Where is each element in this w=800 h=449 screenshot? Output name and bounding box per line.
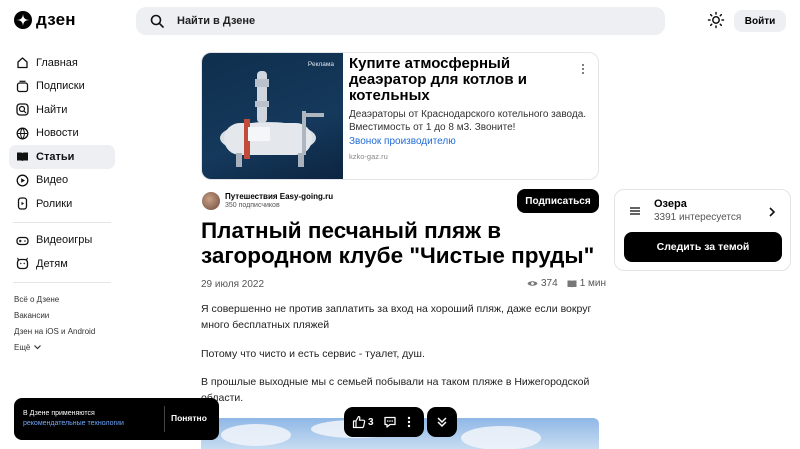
likes-count: 3 [368, 416, 374, 428]
article-stats: 374 1 мин [527, 278, 606, 289]
chevron-right-icon[interactable] [767, 206, 777, 218]
menu-icon [630, 207, 640, 215]
sidebar-item-articles[interactable]: Статьи [9, 145, 115, 169]
sidebar-item-label: Новости [36, 127, 79, 140]
comment-icon[interactable] [383, 415, 397, 429]
link-more[interactable]: Ещё [14, 339, 95, 355]
more-vertical-icon[interactable] [578, 63, 588, 75]
like-button[interactable]: 3 [352, 415, 374, 429]
sidebar-item-label: Главная [36, 56, 78, 69]
sidebar-item-search[interactable]: Найти [9, 98, 115, 122]
scroll-down-button[interactable] [427, 407, 457, 437]
cookie-banner: В Дзене применяются рекомендательные тех… [14, 398, 219, 440]
sidebar-item-video[interactable]: Видео [9, 169, 115, 193]
video-icon [16, 174, 29, 187]
kids-icon [16, 257, 29, 270]
channel-subscribers: 350 подписчиков [225, 202, 280, 209]
channel-avatar[interactable] [202, 192, 220, 210]
ad-tag: Реклама [307, 61, 334, 68]
ad-domain: kzko-gaz.ru [349, 152, 388, 161]
sidebar-item-label: Видео [36, 174, 69, 187]
topic-card: Озера 3391 интересуется Следить за темой [614, 189, 791, 271]
sidebar-divider [13, 221, 111, 223]
search-icon [16, 103, 29, 116]
eye-icon [527, 281, 538, 286]
recommendation-tech-link[interactable]: рекомендательные технологии [23, 419, 124, 429]
chevron-down-icon [34, 345, 42, 350]
thumbs-up-icon [352, 415, 366, 429]
read-time: 1 мин [579, 278, 607, 289]
sidebar-item-videogames[interactable]: Видеоигры [9, 229, 115, 253]
reading-time-icon [567, 280, 577, 288]
deaerator-illustration [220, 71, 324, 167]
sidebar-item-news[interactable]: Новости [9, 122, 115, 146]
more-vertical-icon[interactable] [405, 415, 413, 429]
article-action-bar: 3 [344, 407, 424, 437]
ad-image: Реклама [202, 53, 343, 179]
cookie-ok-button[interactable]: Понятно [171, 413, 207, 423]
articles-icon [17, 152, 28, 162]
news-icon [16, 127, 29, 140]
ad-card[interactable]: Реклама Купите атмосферный деаэратор для… [201, 52, 599, 180]
views-count: 374 [541, 278, 558, 289]
subscribe-button[interactable]: Подписаться [517, 189, 599, 213]
article-title: Платный песчаный пляж в загородном клубе… [201, 218, 595, 268]
more-label: Ещё [14, 342, 31, 352]
sidebar-item-label: Видеоигры [36, 234, 93, 247]
link-mobile-apps[interactable]: Дзен на iOS и Android [14, 323, 95, 339]
theme-toggle-icon[interactable] [707, 11, 725, 29]
home-icon [17, 57, 28, 69]
logo-text: дзен [36, 10, 76, 29]
sidebar-item-shorts[interactable]: Ролики [9, 192, 115, 216]
sidebar-divider [13, 281, 111, 283]
login-button[interactable]: Войти [734, 10, 786, 32]
search-icon [150, 14, 164, 28]
search-placeholder: Найти в Дзене [177, 15, 256, 27]
subscriptions-icon [16, 80, 29, 92]
sidebar-item-label: Ролики [36, 197, 73, 210]
ad-title: Купите атмосферный деаэратор для котлов … [349, 55, 527, 104]
article-paragraph: Потому что чисто и есть сервис - туалет,… [201, 348, 425, 360]
sidebar-item-subscriptions[interactable]: Подписки [9, 75, 115, 99]
ad-call-link[interactable]: Звонок производителю [349, 136, 456, 147]
top-header: дзен Найти в Дзене Войти [0, 0, 800, 40]
double-chevron-down-icon [437, 417, 447, 428]
search-input[interactable]: Найти в Дзене [136, 7, 665, 35]
sidebar-item-label: Статьи [36, 150, 75, 163]
topic-name[interactable]: Озера [654, 198, 687, 210]
shorts-icon [17, 197, 28, 210]
sidebar-item-kids[interactable]: Детям [9, 252, 115, 276]
footer-links: Всё о Дзене Вакансии Дзен на iOS и Andro… [14, 291, 95, 355]
article-paragraph: В прошлые выходные мы с семьей побывали … [201, 376, 590, 404]
sidebar-item-home[interactable]: Главная [9, 51, 115, 75]
sidebar-item-label: Детям [36, 257, 68, 270]
cookie-line: В Дзене применяются [23, 410, 95, 417]
sidebar: Главная Подписки Найти Новости Статьи Ви… [9, 51, 115, 289]
link-vacancies[interactable]: Вакансии [14, 307, 95, 323]
channel-name[interactable]: Путешествия Easy-going.ru [225, 192, 333, 201]
gamepad-icon [16, 236, 29, 245]
follow-topic-button[interactable]: Следить за темой [624, 232, 782, 262]
article-date: 29 июля 2022 [201, 279, 265, 290]
sidebar-item-label: Найти [36, 103, 68, 116]
sidebar-item-label: Подписки [36, 80, 85, 93]
topic-count: 3391 интересуется [654, 212, 742, 223]
cookie-divider [164, 406, 165, 432]
ad-text: Деаэраторы от Краснодарского котельного … [349, 109, 587, 133]
link-about[interactable]: Всё о Дзене [14, 291, 95, 307]
article-paragraph: Я совершенно не против заплатить за вход… [201, 303, 592, 331]
dzen-logo[interactable]: дзен [14, 10, 76, 30]
cookie-text: В Дзене применяются рекомендательные тех… [23, 409, 124, 429]
dzen-logo-icon [14, 11, 32, 29]
